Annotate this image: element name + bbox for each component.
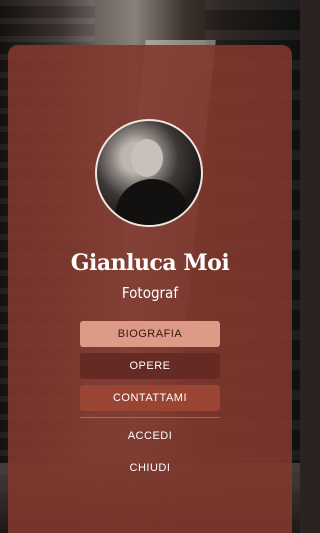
avatar-head: [131, 139, 163, 177]
avatar: [95, 119, 203, 227]
biografia-button[interactable]: BIOGRAFIA: [80, 321, 220, 347]
profile-name: Gianluca Moi: [70, 250, 230, 276]
profile-role: Fotograf: [121, 284, 179, 302]
menu-divider: [80, 417, 220, 418]
avatar-body: [115, 179, 189, 225]
opere-button[interactable]: OPERE: [80, 353, 220, 379]
accedi-link[interactable]: ACCEDI: [80, 430, 220, 442]
contattami-button[interactable]: CONTATTAMI: [80, 385, 220, 411]
chiudi-link[interactable]: CHIUDI: [80, 462, 220, 474]
